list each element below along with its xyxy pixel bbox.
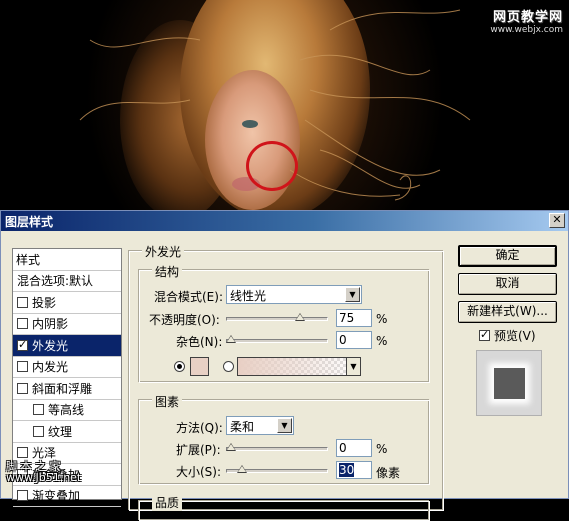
gradient-radio[interactable] [223,361,234,372]
opacity-unit: % [376,312,388,326]
watermark-title: 网页教学网 [492,10,563,25]
style-item-checkbox[interactable] [17,296,28,308]
size-slider-thumb[interactable] [237,465,248,473]
structure-title: 结构 [152,263,183,280]
style-item-checkbox[interactable] [33,425,44,437]
site-watermark: 网页教学网 www.webjx.com [490,6,563,35]
spread-slider[interactable] [226,447,328,451]
quality-group [139,501,430,521]
size-unit: 像素 [376,466,401,480]
blend-options-item[interactable]: 混合选项:默认 [13,271,121,292]
technique-select[interactable]: 柔和 ▼ [226,416,294,435]
blend-mode-value: 线性光 [230,289,267,303]
style-item[interactable]: 渐变叠加 [13,486,121,507]
background-photo: 网页教学网 www.webjx.com [0,0,569,210]
noise-label: 杂色(N): [176,335,223,349]
new-style-button[interactable]: 新建样式(W)... [458,301,557,323]
bottom-watermark-url: www.Jb51.net [6,471,82,484]
opacity-input[interactable]: 75 [336,309,372,327]
chevron-down-icon: ▼ [277,418,292,433]
style-item-label: 斜面和浮雕 [32,381,93,396]
style-item-label: 渐变叠加 [32,489,81,504]
blend-mode-label: 混合模式(E): [154,290,223,304]
preview-toggle[interactable]: 预览(V) [479,327,536,344]
style-item-checkbox[interactable] [17,318,28,330]
dialog-title: 图层样式 [5,215,54,229]
preview-thumbnail [476,350,542,416]
size-label: 大小(S): [176,465,222,479]
solid-color-radio[interactable] [174,361,185,372]
style-item[interactable]: 投影 [13,292,121,314]
size-value: 30 [339,463,355,477]
preview-checkbox[interactable] [479,328,490,341]
outer-glow-title: 外发光 [142,243,185,260]
size-input[interactable]: 30 [336,461,372,479]
style-item-checkbox[interactable] [17,490,28,502]
close-icon: ✕ [552,213,562,226]
styles-header[interactable]: 样式 [13,249,121,271]
spread-slider-thumb[interactable] [226,443,236,451]
opacity-slider[interactable] [226,317,328,321]
noise-input[interactable]: 0 [336,331,372,349]
style-item[interactable]: 纹理 [13,421,121,443]
technique-value: 柔和 [230,420,255,434]
layer-style-dialog: 图层样式 ✕ 样式 混合选项:默认 投影内阴影外发光内发光斜面和浮雕等高线纹理光… [0,210,569,521]
ok-button[interactable]: 确定 [458,245,557,267]
preview-label: 预览(V) [494,329,536,343]
opacity-slider-thumb[interactable] [295,313,305,321]
style-item[interactable]: 外发光 [13,335,121,357]
style-item-label: 内发光 [32,360,69,375]
quality-title: 品质 [152,494,183,511]
style-item-label: 光泽 [32,446,57,461]
style-item[interactable]: 内阴影 [13,314,121,335]
bottom-watermark: 脚 本 之 家 www.Jb51.net [6,461,81,483]
style-item-label: 纹理 [48,424,73,439]
blend-mode-select[interactable]: 线性光 ▼ [226,285,362,304]
style-item-checkbox[interactable] [17,361,28,373]
chevron-down-icon: ▼ [346,358,360,375]
cancel-button[interactable]: 取消 [458,273,557,295]
style-item-label: 外发光 [32,338,69,353]
spread-label: 扩展(P): [176,443,221,457]
noise-slider[interactable] [226,339,328,343]
spread-unit: % [376,442,388,456]
style-item[interactable]: 内发光 [13,357,121,378]
style-item-checkbox[interactable] [17,447,28,459]
elements-title: 图素 [152,393,183,410]
glow-color-swatch[interactable] [190,357,209,376]
style-item-checkbox[interactable] [17,338,28,351]
style-item-checkbox[interactable] [17,382,28,394]
watermark-url: www.webjx.com [490,25,563,35]
style-item-checkbox[interactable] [33,404,44,416]
chevron-down-icon: ▼ [345,287,360,302]
style-item-label: 内阴影 [32,317,69,332]
dialog-titlebar[interactable]: 图层样式 ✕ [1,211,568,231]
gradient-picker[interactable]: ▼ [237,357,361,376]
style-item-label: 等高线 [48,403,85,418]
highlight-circle [246,141,298,191]
style-item-label: 投影 [32,295,57,310]
noise-slider-thumb[interactable] [226,335,236,343]
style-item[interactable]: 斜面和浮雕 [13,378,121,400]
opacity-label: 不透明度(O): [149,313,220,327]
spread-input[interactable]: 0 [336,439,372,457]
technique-label: 方法(Q): [176,421,223,435]
preview-swatch [494,368,525,399]
close-button[interactable]: ✕ [549,213,565,228]
noise-unit: % [376,334,388,348]
style-item[interactable]: 等高线 [13,400,121,421]
